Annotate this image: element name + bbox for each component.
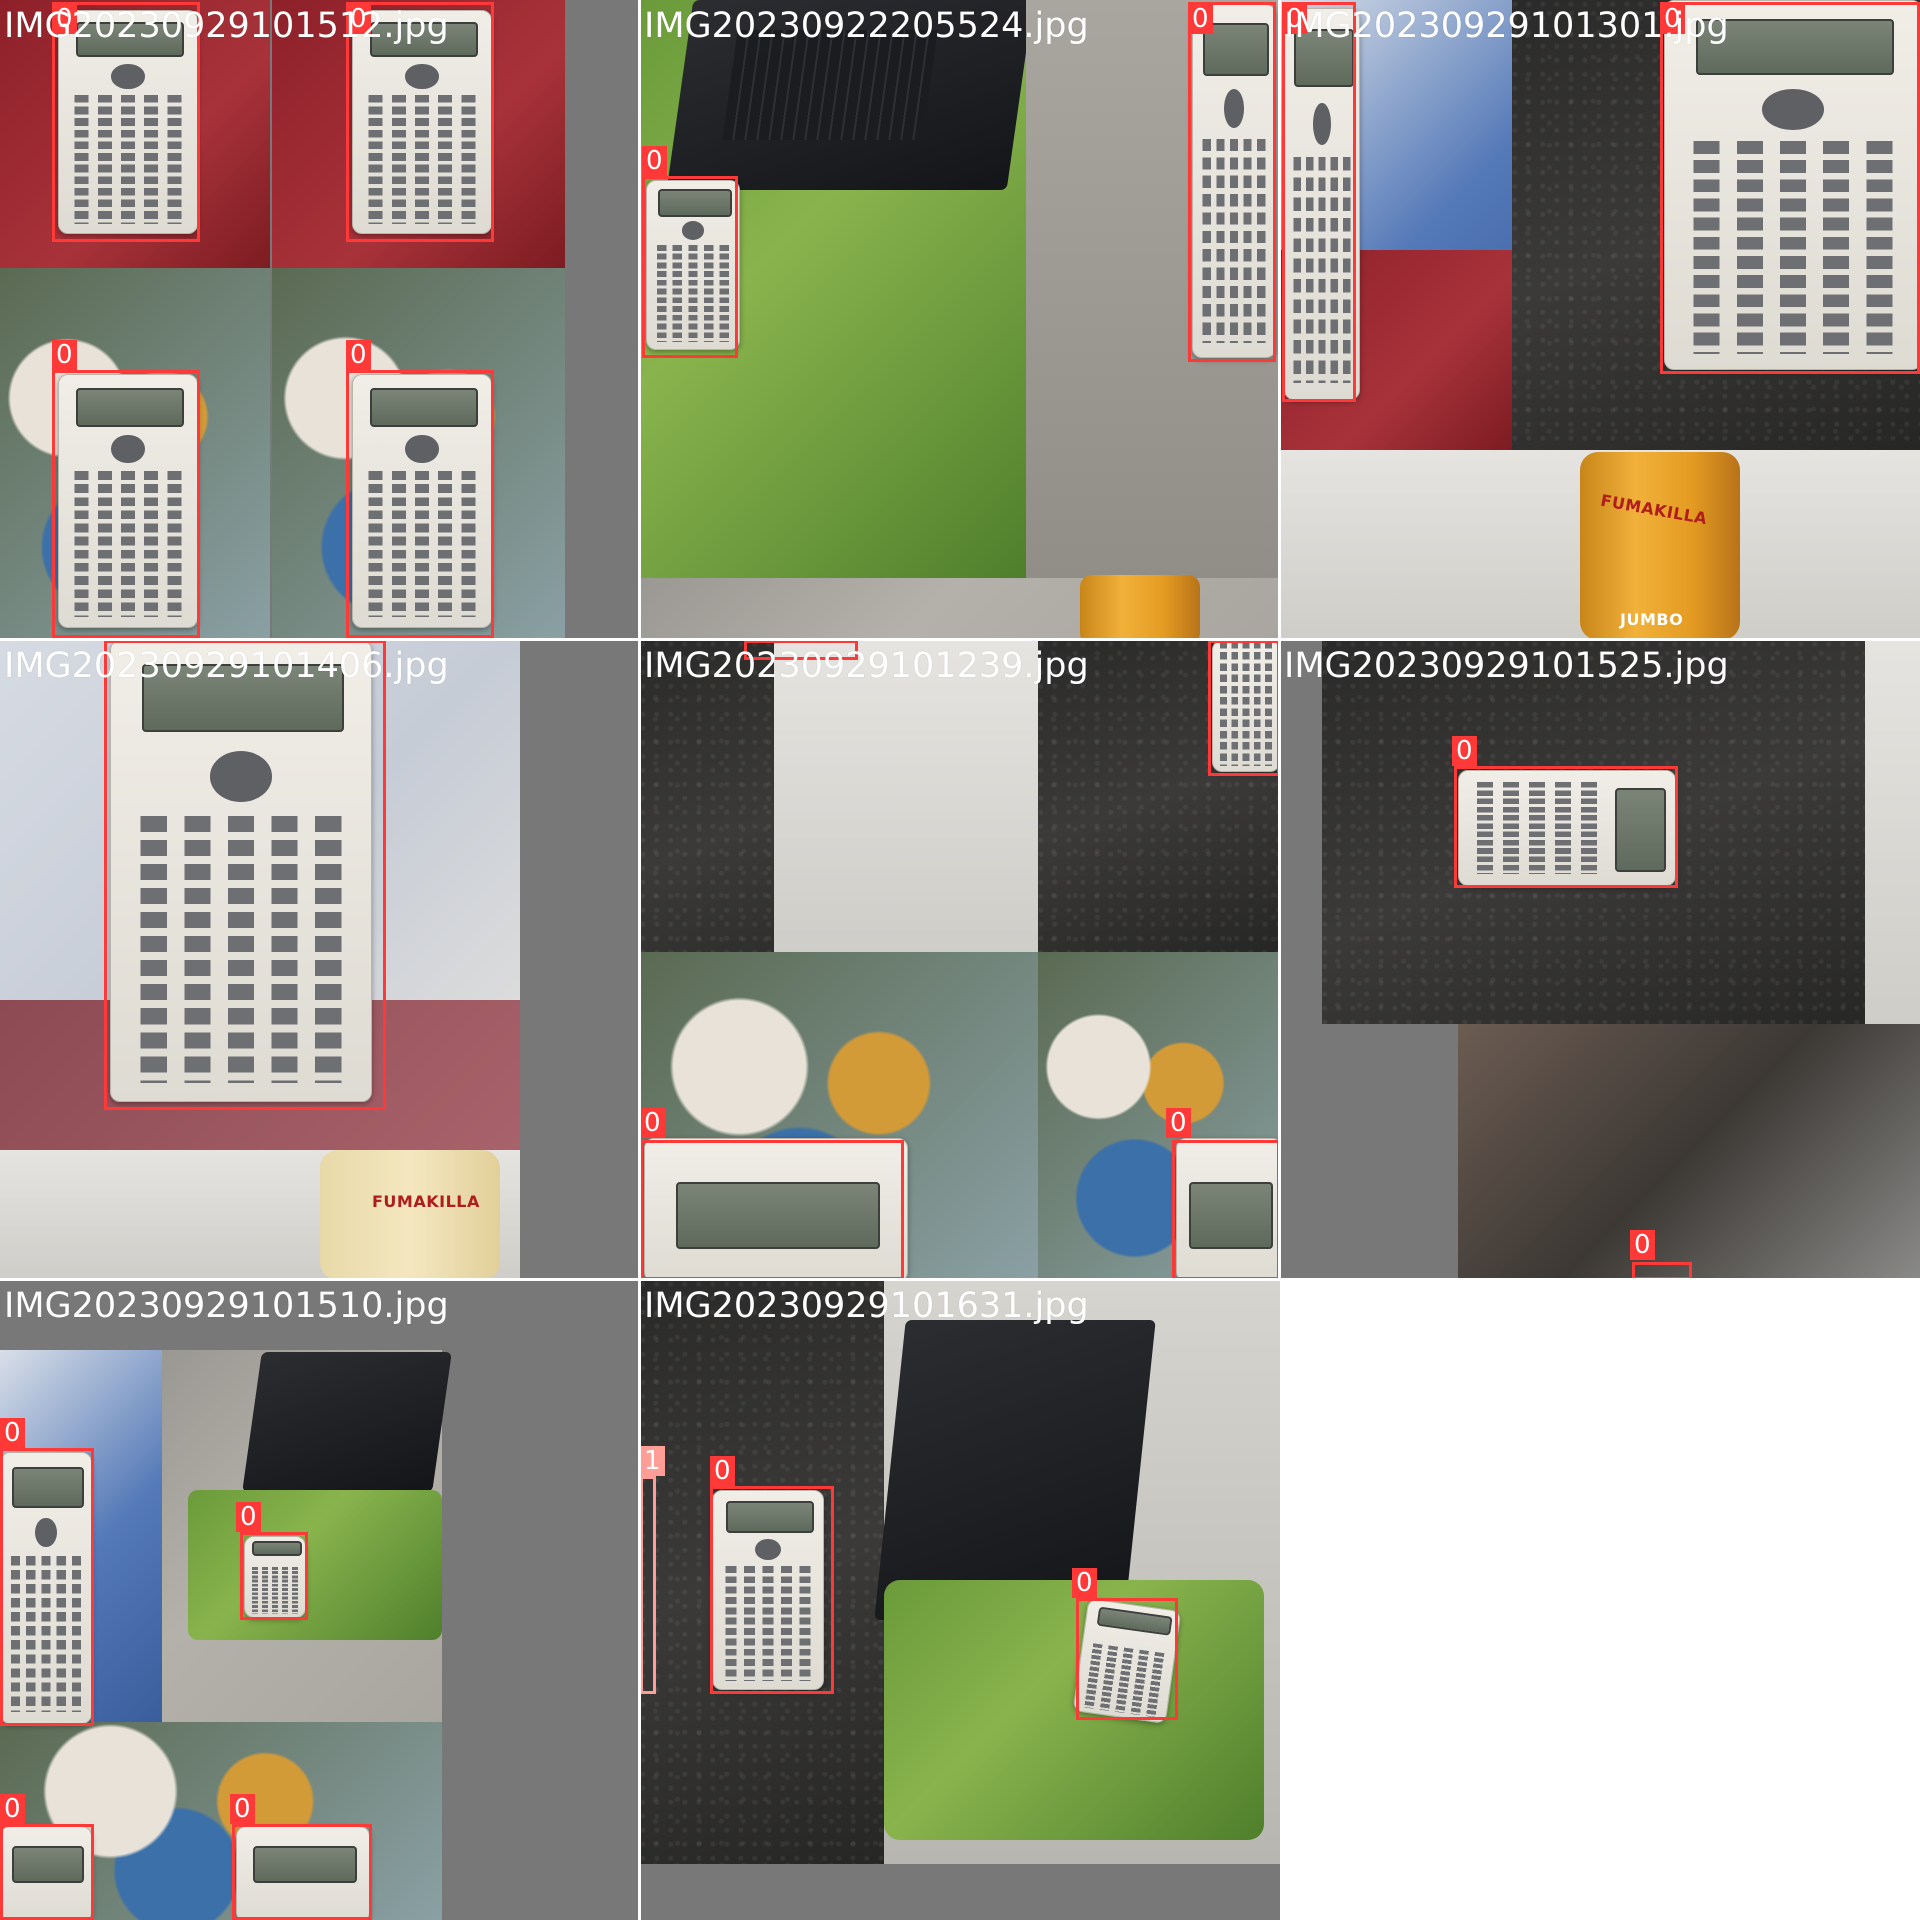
bounding-box [52,370,200,638]
bounding-box [1208,640,1280,776]
bounding-box [104,640,386,1110]
mosaic-grid: 0 0 0 0 IMG20230929101512.jpg 0 0 IMG202… [0,0,1920,1920]
mosaic-tile: 1 0 0 IMG20230929101631.jpg [640,1280,1280,1920]
spray-can [1080,575,1200,640]
mosaic-tile: 0 0 IMG20230929101525.jpg [1280,640,1920,1280]
photo-region [884,1580,1264,1840]
bounding-box [1188,2,1276,362]
tile-filename: IMG20230929101631.jpg [644,1286,1089,1326]
tile-filename: IMG20230929101512.jpg [4,6,449,46]
bounding-box [1282,2,1356,402]
tile-filename: IMG20230929101406.jpg [4,646,449,686]
bounding-box [640,1476,656,1694]
bounding-box [0,1448,94,1726]
bounding-box [1172,1140,1280,1280]
mosaic-tile: FUMAKILLA JUMBO 0 0 IMG20230929101301.jp… [1280,0,1920,640]
tile-filename: IMG20230929101301.jpg [1284,6,1729,46]
class-label: 0 [346,340,371,370]
class-label: 0 [52,340,77,370]
class-label: 0 [640,1108,665,1138]
photo-region [188,1490,442,1640]
bounding-box [240,1532,308,1620]
photo-region [1865,640,1920,1024]
grid-divider [638,0,641,1920]
mosaic-tile: 0 0 0 0 IMG20230929101510.jpg [0,1280,640,1920]
bounding-box [1660,2,1920,374]
bounding-box [642,176,738,358]
class-label: 0 [1072,1568,1097,1598]
grid-divider [0,1278,1920,1281]
class-label: 0 [1630,1230,1655,1260]
can-brand-text: JUMBO [1620,610,1684,629]
spray-can [320,1150,500,1280]
bounding-box [0,1824,94,1920]
class-label: 0 [1166,1108,1191,1138]
photo-region [1458,1024,1920,1280]
bounding-box [232,1824,372,1920]
mosaic-tile: 0 0 0 0 IMG20230929101512.jpg [0,0,640,640]
bounding-box [1076,1598,1178,1720]
class-label: 0 [642,146,667,176]
tile-filename: IMG20230929101525.jpg [1284,646,1729,686]
class-label: 0 [710,1456,735,1486]
bounding-box [346,370,494,638]
class-label: 0 [0,1418,25,1448]
tile-filename: IMG20230929101510.jpg [4,1286,449,1326]
class-label: 0 [1188,4,1213,34]
mosaic-tile: 0 0 IMG20230922205524.jpg [640,0,1280,640]
bounding-box [640,1140,904,1280]
class-label: 0 [230,1794,255,1824]
mosaic-tile: FUMAKILLA 0 IMG20230929101406.jpg [0,640,640,1280]
class-label: 0 [0,1794,25,1824]
tile-filename: IMG20230922205524.jpg [644,6,1089,46]
class-label: 1 [640,1446,665,1476]
mosaic-tile: 0 0 0 0 IMG20230929101239.jpg [640,640,1280,1280]
bounding-box [710,1486,834,1694]
bounding-box [1454,766,1678,888]
laptop [874,1320,1156,1620]
class-label: 0 [1452,736,1477,766]
class-label: 0 [236,1502,261,1532]
can-brand-text: FUMAKILLA [372,1192,480,1211]
tile-filename: IMG20230929101239.jpg [644,646,1089,686]
grid-divider [0,638,1920,641]
laptop [242,1352,452,1492]
